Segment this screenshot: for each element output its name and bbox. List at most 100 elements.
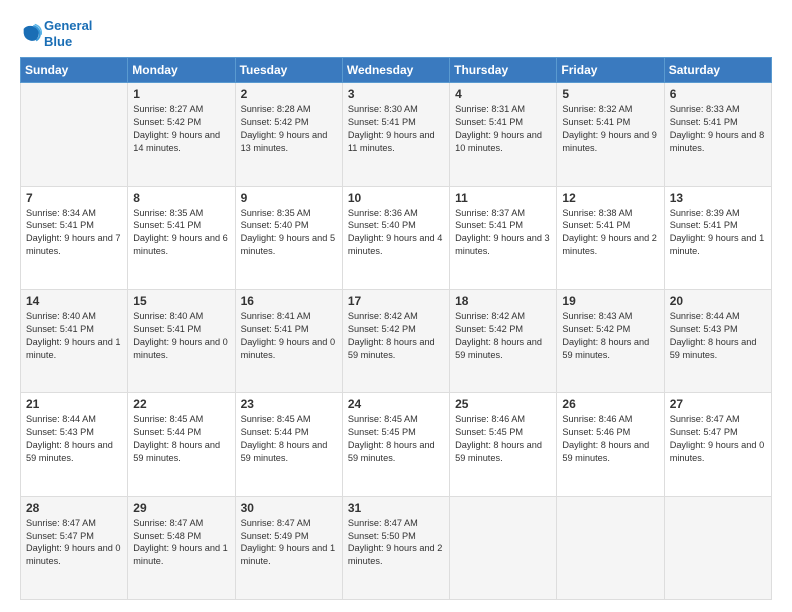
- calendar-week-3: 14 Sunrise: 8:40 AMSunset: 5:41 PMDayligh…: [21, 289, 772, 392]
- cell-info: Sunrise: 8:46 AMSunset: 5:45 PMDaylight:…: [455, 413, 551, 465]
- cell-info: Sunrise: 8:46 AMSunset: 5:46 PMDaylight:…: [562, 413, 658, 465]
- weekday-header-tuesday: Tuesday: [235, 58, 342, 83]
- day-number: 26: [562, 397, 658, 411]
- calendar-cell: 10 Sunrise: 8:36 AMSunset: 5:40 PMDayligh…: [342, 186, 449, 289]
- calendar-cell: 8 Sunrise: 8:35 AMSunset: 5:41 PMDaylight…: [128, 186, 235, 289]
- calendar-cell: [557, 496, 664, 599]
- day-number: 21: [26, 397, 122, 411]
- calendar-cell: 22 Sunrise: 8:45 AMSunset: 5:44 PMDayligh…: [128, 393, 235, 496]
- calendar-cell: 20 Sunrise: 8:44 AMSunset: 5:43 PMDayligh…: [664, 289, 771, 392]
- day-number: 31: [348, 501, 444, 515]
- cell-info: Sunrise: 8:42 AMSunset: 5:42 PMDaylight:…: [455, 310, 551, 362]
- calendar-table: SundayMondayTuesdayWednesdayThursdayFrid…: [20, 57, 772, 600]
- logo: General Blue: [20, 18, 92, 49]
- day-number: 1: [133, 87, 229, 101]
- day-number: 10: [348, 191, 444, 205]
- day-number: 7: [26, 191, 122, 205]
- cell-info: Sunrise: 8:44 AMSunset: 5:43 PMDaylight:…: [26, 413, 122, 465]
- calendar-cell: 25Sunrise: 8:46 AMSunset: 5:45 PMDayligh…: [450, 393, 557, 496]
- day-number: 18: [455, 294, 551, 308]
- calendar-cell: 23 Sunrise: 8:45 AMSunset: 5:44 PMDayligh…: [235, 393, 342, 496]
- day-number: 17: [348, 294, 444, 308]
- calendar-cell: 3 Sunrise: 8:30 AMSunset: 5:41 PMDaylight…: [342, 83, 449, 186]
- weekday-header-sunday: Sunday: [21, 58, 128, 83]
- day-number: 29: [133, 501, 229, 515]
- day-number: 14: [26, 294, 122, 308]
- cell-info: Sunrise: 8:42 AMSunset: 5:42 PMDaylight:…: [348, 310, 444, 362]
- calendar-cell: 21 Sunrise: 8:44 AMSunset: 5:43 PMDayligh…: [21, 393, 128, 496]
- weekday-header-monday: Monday: [128, 58, 235, 83]
- calendar-cell: 6Sunrise: 8:33 AMSunset: 5:41 PMDaylight…: [664, 83, 771, 186]
- calendar-cell: 31 Sunrise: 8:47 AMSunset: 5:50 PMDayligh…: [342, 496, 449, 599]
- cell-info: Sunrise: 8:43 AMSunset: 5:42 PMDaylight:…: [562, 310, 658, 362]
- calendar-cell: 26 Sunrise: 8:46 AMSunset: 5:46 PMDayligh…: [557, 393, 664, 496]
- day-number: 23: [241, 397, 337, 411]
- day-number: 30: [241, 501, 337, 515]
- weekday-header-friday: Friday: [557, 58, 664, 83]
- cell-info: Sunrise: 8:36 AMSunset: 5:40 PMDaylight:…: [348, 207, 444, 259]
- cell-info: Sunrise: 8:35 AMSunset: 5:40 PMDaylight:…: [241, 207, 337, 259]
- calendar-week-4: 21 Sunrise: 8:44 AMSunset: 5:43 PMDayligh…: [21, 393, 772, 496]
- calendar-week-2: 7 Sunrise: 8:34 AMSunset: 5:41 PMDaylight…: [21, 186, 772, 289]
- calendar-week-5: 28 Sunrise: 8:47 AMSunset: 5:47 PMDayligh…: [21, 496, 772, 599]
- cell-info: Sunrise: 8:45 AMSunset: 5:44 PMDaylight:…: [133, 413, 229, 465]
- calendar-cell: 13 Sunrise: 8:39 AMSunset: 5:41 PMDayligh…: [664, 186, 771, 289]
- cell-info: Sunrise: 8:47 AMSunset: 5:50 PMDaylight:…: [348, 517, 444, 569]
- cell-info: Sunrise: 8:47 AMSunset: 5:48 PMDaylight:…: [133, 517, 229, 569]
- calendar-cell: 5 Sunrise: 8:32 AMSunset: 5:41 PMDaylight…: [557, 83, 664, 186]
- calendar-cell: 28 Sunrise: 8:47 AMSunset: 5:47 PMDayligh…: [21, 496, 128, 599]
- calendar-cell: 16 Sunrise: 8:41 AMSunset: 5:41 PMDayligh…: [235, 289, 342, 392]
- day-number: 28: [26, 501, 122, 515]
- cell-info: Sunrise: 8:35 AMSunset: 5:41 PMDaylight:…: [133, 207, 229, 259]
- day-number: 22: [133, 397, 229, 411]
- cell-info: Sunrise: 8:27 AMSunset: 5:42 PMDaylight:…: [133, 103, 229, 155]
- day-number: 20: [670, 294, 766, 308]
- header: General Blue: [20, 18, 772, 49]
- day-number: 11: [455, 191, 551, 205]
- calendar-cell: 15 Sunrise: 8:40 AMSunset: 5:41 PMDayligh…: [128, 289, 235, 392]
- calendar-cell: 1 Sunrise: 8:27 AMSunset: 5:42 PMDaylight…: [128, 83, 235, 186]
- calendar-cell: 4 Sunrise: 8:31 AMSunset: 5:41 PMDaylight…: [450, 83, 557, 186]
- calendar-cell: 9 Sunrise: 8:35 AMSunset: 5:40 PMDaylight…: [235, 186, 342, 289]
- cell-info: Sunrise: 8:47 AMSunset: 5:49 PMDaylight:…: [241, 517, 337, 569]
- cell-info: Sunrise: 8:31 AMSunset: 5:41 PMDaylight:…: [455, 103, 551, 155]
- weekday-header-saturday: Saturday: [664, 58, 771, 83]
- page: General Blue SundayMondayTuesdayWednesda…: [0, 0, 792, 612]
- day-number: 9: [241, 191, 337, 205]
- calendar-cell: [664, 496, 771, 599]
- cell-info: Sunrise: 8:40 AMSunset: 5:41 PMDaylight:…: [133, 310, 229, 362]
- cell-info: Sunrise: 8:32 AMSunset: 5:41 PMDaylight:…: [562, 103, 658, 155]
- calendar-week-1: 1 Sunrise: 8:27 AMSunset: 5:42 PMDaylight…: [21, 83, 772, 186]
- calendar-cell: 17 Sunrise: 8:42 AMSunset: 5:42 PMDayligh…: [342, 289, 449, 392]
- day-number: 5: [562, 87, 658, 101]
- cell-info: Sunrise: 8:30 AMSunset: 5:41 PMDaylight:…: [348, 103, 444, 155]
- cell-info: Sunrise: 8:44 AMSunset: 5:43 PMDaylight:…: [670, 310, 766, 362]
- logo-text: General Blue: [44, 18, 92, 49]
- day-number: 16: [241, 294, 337, 308]
- cell-info: Sunrise: 8:38 AMSunset: 5:41 PMDaylight:…: [562, 207, 658, 259]
- cell-info: Sunrise: 8:47 AMSunset: 5:47 PMDaylight:…: [26, 517, 122, 569]
- cell-info: Sunrise: 8:34 AMSunset: 5:41 PMDaylight:…: [26, 207, 122, 259]
- day-number: 3: [348, 87, 444, 101]
- cell-info: Sunrise: 8:41 AMSunset: 5:41 PMDaylight:…: [241, 310, 337, 362]
- cell-info: Sunrise: 8:28 AMSunset: 5:42 PMDaylight:…: [241, 103, 337, 155]
- day-number: 24: [348, 397, 444, 411]
- weekday-header-row: SundayMondayTuesdayWednesdayThursdayFrid…: [21, 58, 772, 83]
- day-number: 13: [670, 191, 766, 205]
- day-number: 2: [241, 87, 337, 101]
- cell-info: Sunrise: 8:33 AMSunset: 5:41 PMDaylight:…: [670, 103, 766, 155]
- calendar-cell: 7 Sunrise: 8:34 AMSunset: 5:41 PMDaylight…: [21, 186, 128, 289]
- day-number: 4: [455, 87, 551, 101]
- day-number: 12: [562, 191, 658, 205]
- day-number: 8: [133, 191, 229, 205]
- calendar-cell: [21, 83, 128, 186]
- day-number: 15: [133, 294, 229, 308]
- calendar-cell: 30 Sunrise: 8:47 AMSunset: 5:49 PMDayligh…: [235, 496, 342, 599]
- calendar-cell: 18 Sunrise: 8:42 AMSunset: 5:42 PMDayligh…: [450, 289, 557, 392]
- cell-info: Sunrise: 8:39 AMSunset: 5:41 PMDaylight:…: [670, 207, 766, 259]
- calendar-cell: 19 Sunrise: 8:43 AMSunset: 5:42 PMDayligh…: [557, 289, 664, 392]
- day-number: 19: [562, 294, 658, 308]
- calendar-cell: 12 Sunrise: 8:38 AMSunset: 5:41 PMDayligh…: [557, 186, 664, 289]
- cell-info: Sunrise: 8:45 AMSunset: 5:44 PMDaylight:…: [241, 413, 337, 465]
- weekday-header-thursday: Thursday: [450, 58, 557, 83]
